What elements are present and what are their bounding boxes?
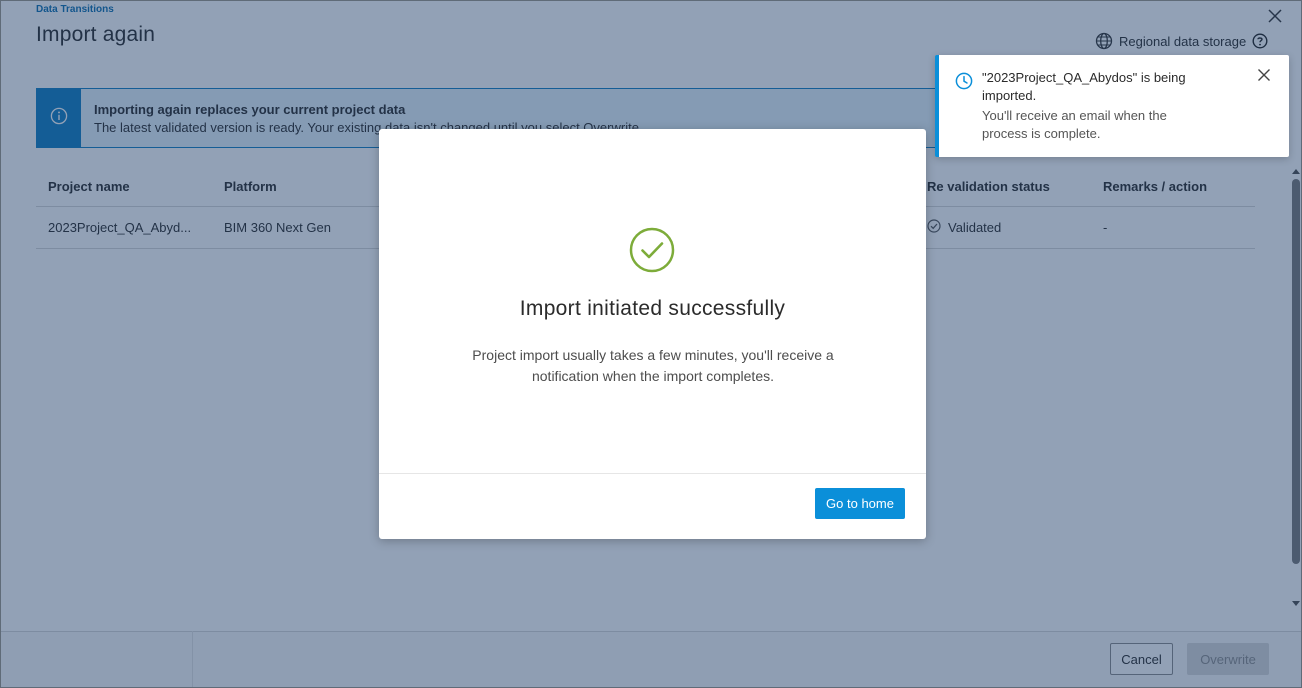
success-modal: Import initiated successfully Project im… [379, 129, 926, 539]
app-window: Data Transitions Import again Regional d… [0, 0, 1302, 688]
toast-close-icon[interactable] [1257, 68, 1271, 82]
success-check-icon [629, 227, 675, 273]
modal-title: Import initiated successfully [519, 297, 786, 320]
go-to-home-button[interactable]: Go to home [815, 488, 905, 519]
modal-body: Project import usually takes a few minut… [472, 347, 834, 384]
clock-icon [955, 72, 973, 90]
modal-divider [379, 473, 926, 474]
toast-notification: "2023Project_QA_Abydos" is being importe… [935, 55, 1289, 157]
toast-body: You'll receive an email when the process… [982, 108, 1167, 141]
toast-title: "2023Project_QA_Abydos" is being importe… [982, 70, 1186, 103]
